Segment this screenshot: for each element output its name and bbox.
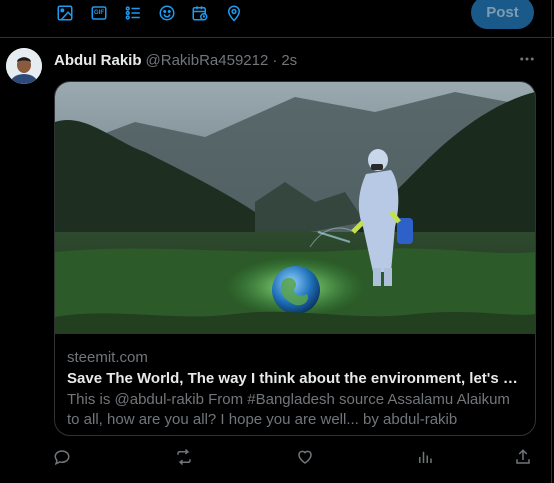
card-image: [55, 82, 535, 333]
share-icon[interactable]: [513, 446, 533, 468]
schedule-icon[interactable]: [189, 2, 211, 24]
column-border: [551, 0, 552, 483]
avatar[interactable]: [6, 48, 42, 84]
emoji-icon[interactable]: [156, 2, 178, 24]
link-card[interactable]: steemit.com Save The World, The way I th…: [54, 81, 536, 436]
location-icon[interactable]: [223, 2, 245, 24]
tweet-header: Abdul Rakib @RakibRa459212 · 2s: [54, 50, 297, 70]
timestamp[interactable]: 2s: [281, 52, 297, 69]
card-description: This is @abdul-rakib From #Bangladesh so…: [67, 391, 510, 428]
separator: ·: [272, 51, 278, 69]
image-icon[interactable]: [54, 2, 76, 24]
tweet-actions: [54, 446, 534, 470]
gif-label: GIF: [94, 10, 104, 16]
author-handle[interactable]: @RakibRa459212: [146, 52, 269, 69]
gif-icon[interactable]: GIF: [88, 2, 110, 24]
composer-toolbar: GIF Post: [0, 0, 554, 38]
poll-icon[interactable]: [122, 2, 144, 24]
reply-icon[interactable]: [52, 446, 72, 468]
like-icon[interactable]: [295, 446, 315, 468]
views-icon[interactable]: [415, 446, 435, 468]
card-text: steemit.com Save The World, The way I th…: [55, 333, 535, 435]
post-button[interactable]: Post: [471, 0, 534, 29]
author-name[interactable]: Abdul Rakib: [54, 52, 142, 69]
divider: [0, 37, 554, 38]
more-options-icon[interactable]: [517, 49, 537, 69]
card-domain: steemit.com: [67, 349, 148, 366]
repost-icon[interactable]: [174, 446, 194, 468]
card-title: Save The World, The way I think about th…: [67, 370, 523, 387]
